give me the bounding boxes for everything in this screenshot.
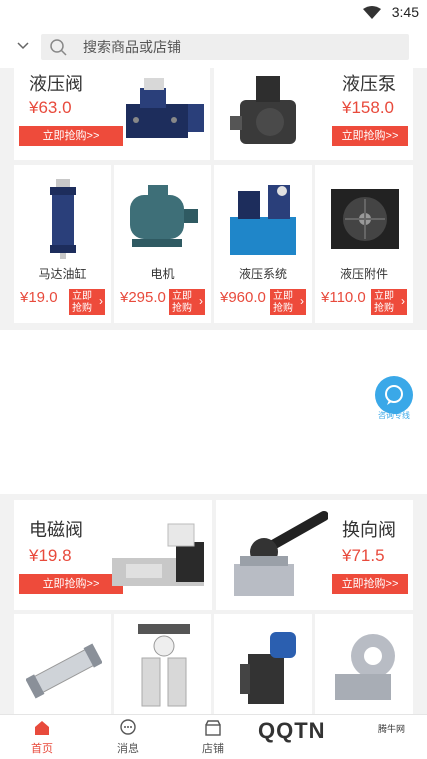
featured-price: ¥63.0 [29,98,72,117]
featured-title: 液压泵 [342,74,396,94]
watermark-sublabel: 腾牛网 [378,724,406,734]
product-name: 马达油缸 [38,267,87,281]
chevron-right-icon: › [300,294,304,308]
buy-now-button[interactable]: 立即抢购 › [371,289,407,315]
product-price: ¥295.0 [120,289,166,306]
home-icon [35,721,49,735]
product-image-fitting[interactable] [226,624,302,710]
product-card[interactable] [315,614,413,714]
product-image-pump[interactable] [226,72,312,156]
chevron-down-icon[interactable] [16,38,30,52]
product-card[interactable] [114,614,211,714]
buy-now-label: 立即抢购 [72,290,92,314]
wifi-icon [363,6,381,19]
buy-now-label: 立即抢购 [273,290,293,314]
product-card[interactable] [214,614,312,714]
tab-home[interactable]: 首页 [12,719,72,756]
product-card-hydraulic-system[interactable]: 液压系统 ¥960.0 立即抢购 › [214,165,312,323]
featured-title: 换向阀 [342,520,396,540]
product-image-motor[interactable] [122,179,202,257]
buy-now-button[interactable]: 立即抢购>> [332,126,408,146]
watermark-logo: QQTN [258,718,326,743]
consult-hotline-button[interactable] [375,376,413,414]
tab-label: 首页 [31,743,53,755]
product-card[interactable] [14,614,111,714]
buy-now-button[interactable]: 立即抢购 › [169,289,205,315]
shop-icon [205,720,221,736]
product-card-motor-cylinder[interactable]: 马达油缸 ¥19.0 立即抢购 › [14,165,111,323]
featured-title: 电磁阀 [29,520,83,540]
buy-now-button[interactable]: 立即抢购>> [19,126,123,146]
product-image-cylinder[interactable] [38,175,88,261]
product-name: 液压附件 [339,267,388,281]
product-image-valve[interactable] [122,74,208,152]
product-image-solenoid-valve[interactable] [106,518,210,598]
bottom-tab-bar: 首页 消息 店铺 [0,714,427,759]
product-card-electric-motor[interactable]: 电机 ¥295.0 立即抢购 › [114,165,211,323]
product-image-pneumatic-cylinder[interactable] [26,636,102,706]
tab-label: 店铺 [202,743,224,755]
search-input[interactable] [83,34,383,60]
product-price: ¥960.0 [220,289,266,306]
buy-now-button[interactable]: 立即抢购 › [69,289,105,315]
tab-label: 消息 [117,743,139,755]
featured-card-hydraulic-valve[interactable]: 液压阀 ¥63.0 立即抢购>> [14,68,210,160]
featured-card-directional-valve[interactable]: 换向阀 ¥71.5 立即抢购>> [216,500,413,610]
consult-hotline-label: 咨询专线 [378,411,410,420]
chat-bubble-icon [385,385,403,405]
chevron-right-icon: › [401,294,405,308]
product-card-hydraulic-accessory[interactable]: 液压附件 ¥110.0 立即抢购 › [315,165,413,323]
status-time: 3:45 [391,4,419,20]
search-bar [0,26,427,68]
product-image-directional-valve[interactable] [224,510,328,602]
product-image-mount-bracket[interactable] [327,626,403,710]
tab-messages[interactable]: 消息 [98,719,158,756]
product-price: ¥19.0 [20,289,58,306]
product-name: 液压系统 [238,267,287,281]
product-price: ¥110.0 [321,289,366,306]
buy-now-button[interactable]: 立即抢购>> [332,574,408,594]
product-image-air-filter[interactable] [134,620,194,712]
status-bar: 3:45 [0,0,427,26]
product-image-cooler[interactable] [327,179,403,257]
featured-card-solenoid-valve[interactable]: 电磁阀 ¥19.8 立即抢购>> [14,500,212,610]
message-icon [120,719,136,735]
buy-now-button[interactable]: 立即抢购 › [270,289,306,315]
featured-price: ¥19.8 [29,546,72,565]
product-image-hydraulic-system[interactable] [224,177,302,261]
search-box[interactable] [41,34,409,60]
product-name: 电机 [150,267,175,281]
featured-price: ¥71.5 [342,546,385,565]
featured-price: ¥158.0 [342,98,394,117]
featured-card-hydraulic-pump[interactable]: 液压泵 ¥158.0 立即抢购>> [214,68,413,160]
search-icon [50,39,67,56]
buy-now-label: 立即抢购 [374,290,394,314]
chevron-right-icon: › [199,294,203,308]
buy-now-label: 立即抢购 [172,290,192,314]
featured-title: 液压阀 [29,74,83,94]
chevron-right-icon: › [99,294,103,308]
tab-shop[interactable]: 店铺 [183,719,243,756]
